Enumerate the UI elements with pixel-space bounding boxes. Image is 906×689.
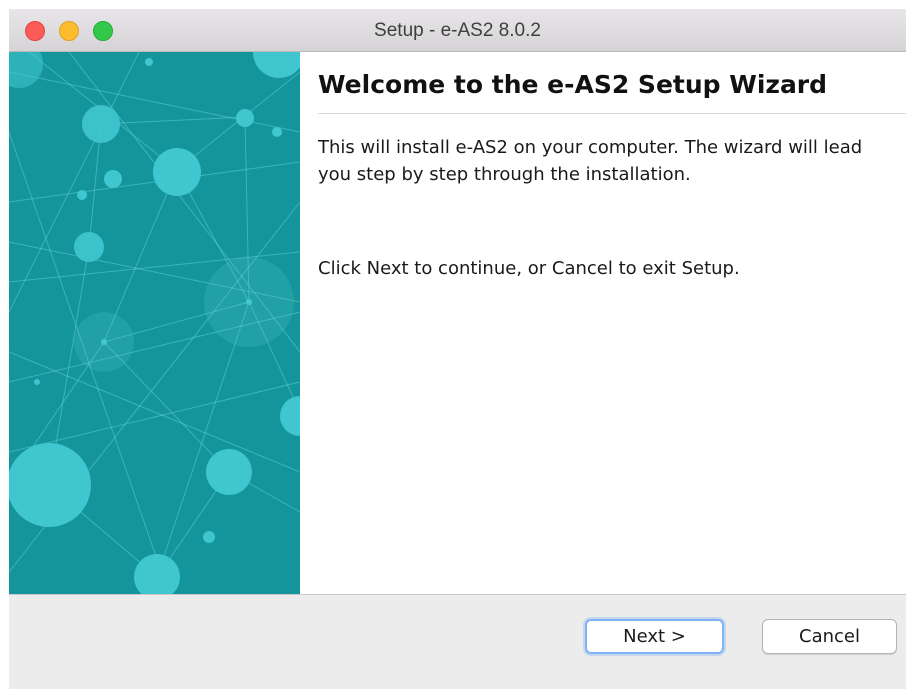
setup-window: Setup - e-AS2 8.0.2 Welcome to the e-AS2… <box>9 9 906 689</box>
cancel-button[interactable]: Cancel <box>762 619 897 654</box>
wizard-side-image <box>9 52 300 594</box>
network-graphic <box>9 52 300 594</box>
next-button[interactable]: Next > <box>585 619 724 654</box>
title-bar[interactable]: Setup - e-AS2 8.0.2 <box>9 9 906 52</box>
intro-text: This will install e-AS2 on your computer… <box>318 137 863 185</box>
wizard-heading: Welcome to the e-AS2 Setup Wizard <box>318 70 828 99</box>
wizard-content: Welcome to the e-AS2 Setup Wizard This w… <box>9 52 906 595</box>
header-divider <box>318 113 906 114</box>
instruction-text: Click Next to continue, or Cancel to exi… <box>318 258 740 279</box>
window-title: Setup - e-AS2 8.0.2 <box>374 20 541 41</box>
